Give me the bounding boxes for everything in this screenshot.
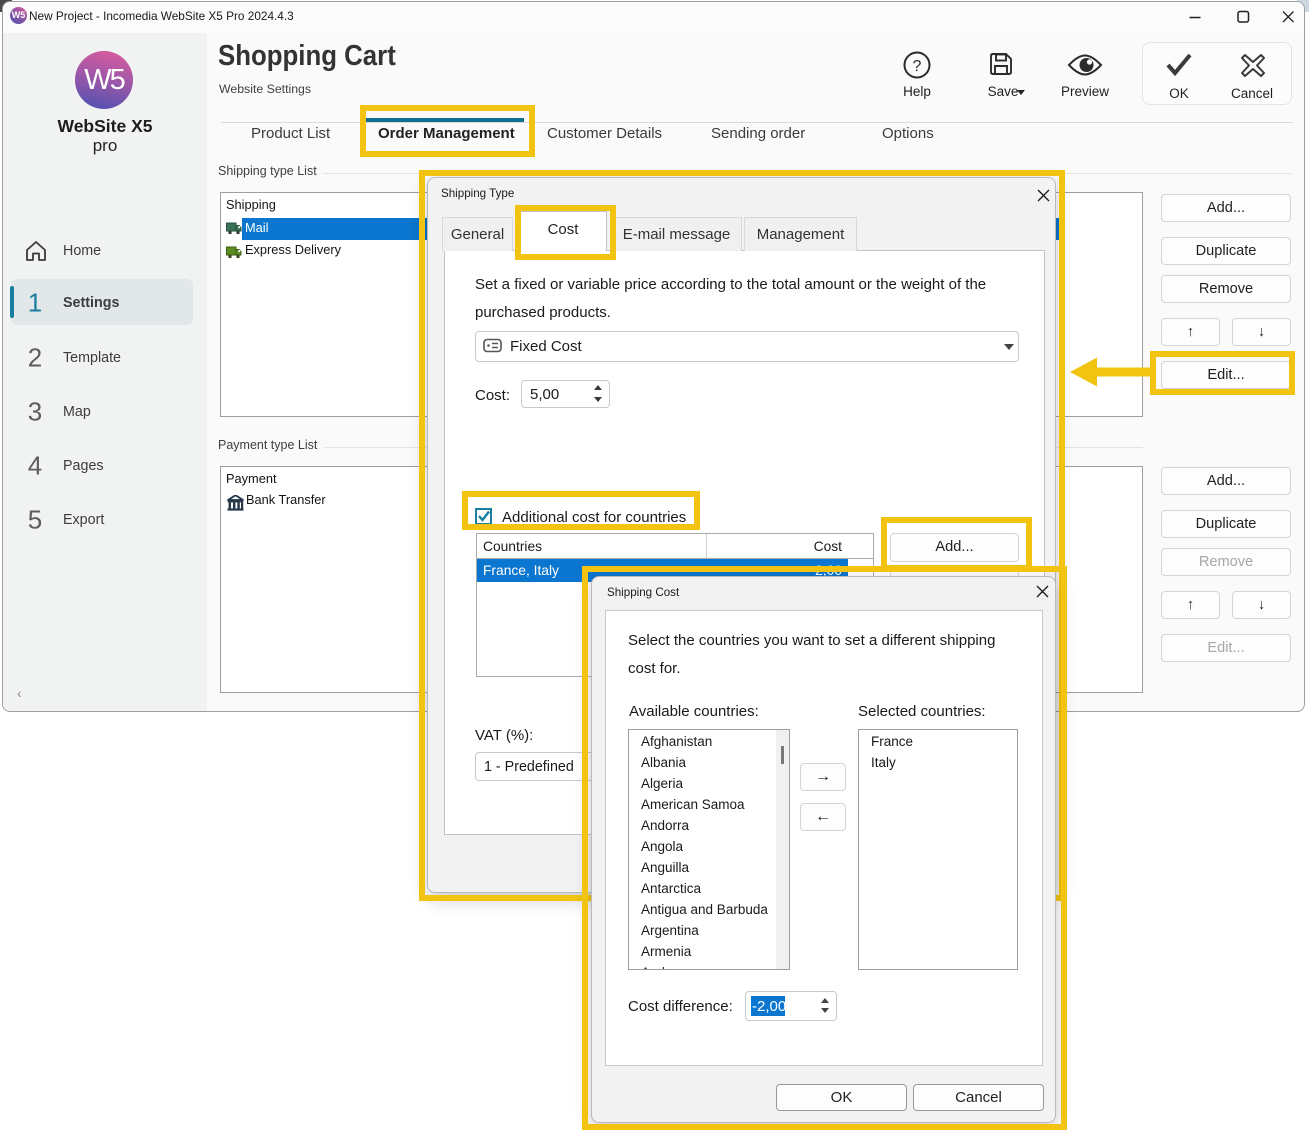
svg-text:?: ? — [913, 58, 922, 75]
